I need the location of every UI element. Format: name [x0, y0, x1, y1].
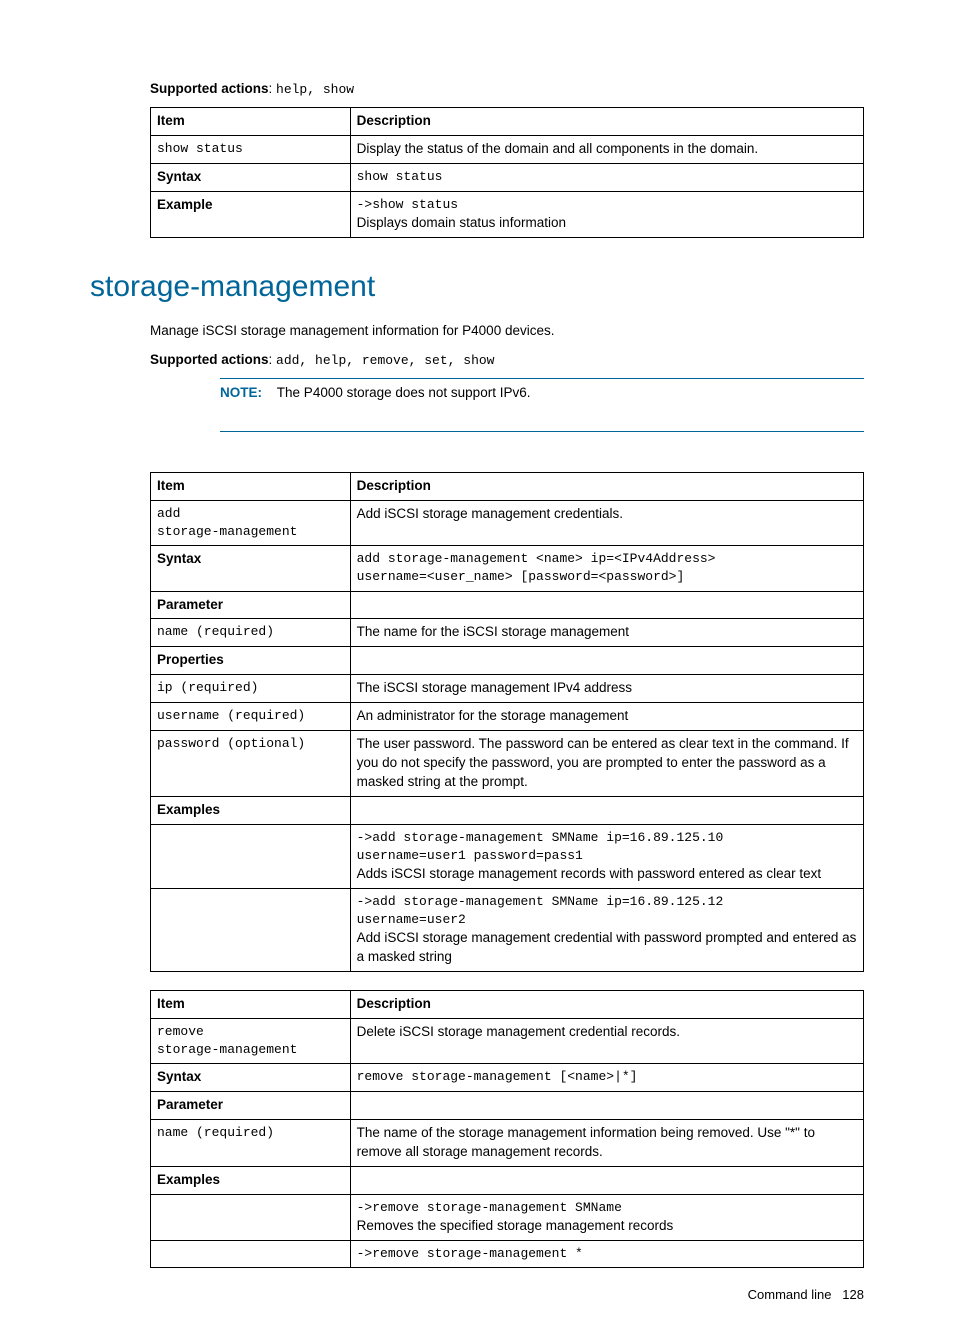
- status-table: Item Description show status Display the…: [150, 107, 864, 238]
- example-cmd: ->show status: [357, 196, 857, 214]
- table-header-item: Item: [151, 472, 351, 500]
- example1-cell: ->add storage-management SMName ip=16.89…: [350, 824, 863, 888]
- table-header-desc: Description: [350, 990, 863, 1018]
- prop-password: password (optional): [151, 731, 351, 797]
- param-name: name (required): [151, 619, 351, 647]
- example-label: Example: [151, 191, 351, 237]
- cmd-remove-storage: remove storage-management: [151, 1018, 351, 1063]
- add-storage-management-table: Item Description add storage-management …: [150, 472, 864, 972]
- supported-actions-storage: Supported actions: add, help, remove, se…: [150, 351, 864, 370]
- syntax-value: remove storage-management [<name>|*]: [350, 1064, 863, 1092]
- storage-mgmt-intro: Manage iSCSI storage management informat…: [150, 322, 864, 341]
- param-name-desc: The name for the iSCSI storage managemen…: [350, 619, 863, 647]
- properties-label: Properties: [151, 647, 351, 675]
- table-header-desc: Description: [350, 472, 863, 500]
- syntax-value: show status: [350, 163, 863, 191]
- cmd-show-status: show status: [151, 136, 351, 164]
- page-footer: Command line 128: [90, 1286, 864, 1304]
- footer-page: 128: [842, 1287, 864, 1302]
- note-block: NOTE: The P4000 storage does not support…: [220, 378, 864, 432]
- param-name-desc: The name of the storage management infor…: [350, 1120, 863, 1167]
- cmd-remove-desc: Delete iSCSI storage management credenti…: [350, 1018, 863, 1063]
- syntax-label: Syntax: [151, 163, 351, 191]
- section-title-storage-management: storage-management: [90, 266, 864, 308]
- example-desc: Displays domain status information: [357, 214, 857, 233]
- desc-show-status: Display the status of the domain and all…: [350, 136, 863, 164]
- cmd-add-storage: add storage-management: [151, 500, 351, 545]
- syntax-label: Syntax: [151, 1064, 351, 1092]
- prop-ip: ip (required): [151, 675, 351, 703]
- example2-cell: ->remove storage-management *: [350, 1240, 863, 1267]
- examples-label: Examples: [151, 796, 351, 824]
- table-header-item: Item: [151, 108, 351, 136]
- note-label: NOTE:: [220, 385, 262, 400]
- table-header-desc: Description: [350, 108, 863, 136]
- remove-storage-management-table: Item Description remove storage-manageme…: [150, 990, 864, 1268]
- prop-password-desc: The user password. The password can be e…: [350, 731, 863, 797]
- supported-actions-label: Supported actions: [150, 81, 269, 96]
- param-name: name (required): [151, 1120, 351, 1167]
- examples-label: Examples: [151, 1166, 351, 1194]
- supported-actions-value: add, help, remove, set, show: [276, 353, 494, 368]
- syntax-label: Syntax: [151, 546, 351, 591]
- example2-cell: ->add storage-management SMName ip=16.89…: [350, 888, 863, 971]
- parameter-label: Parameter: [151, 591, 351, 619]
- prop-ip-desc: The iSCSI storage management IPv4 addres…: [350, 675, 863, 703]
- footer-text: Command line: [748, 1287, 832, 1302]
- note-text: The P4000 storage does not support IPv6.: [277, 385, 531, 400]
- table-header-item: Item: [151, 990, 351, 1018]
- supported-actions-value: help, show: [276, 82, 354, 97]
- syntax-value: add storage-management <name> ip=<IPv4Ad…: [350, 546, 863, 591]
- cmd-add-desc: Add iSCSI storage management credentials…: [350, 500, 863, 545]
- parameter-label: Parameter: [151, 1092, 351, 1120]
- supported-actions-label: Supported actions: [150, 352, 269, 367]
- prop-username-desc: An administrator for the storage managem…: [350, 703, 863, 731]
- prop-username: username (required): [151, 703, 351, 731]
- supported-actions-status: Supported actions: help, show: [150, 80, 864, 99]
- example-cell: ->show status Displays domain status inf…: [350, 191, 863, 237]
- example1-cell: ->remove storage-management SMName Remov…: [350, 1194, 863, 1240]
